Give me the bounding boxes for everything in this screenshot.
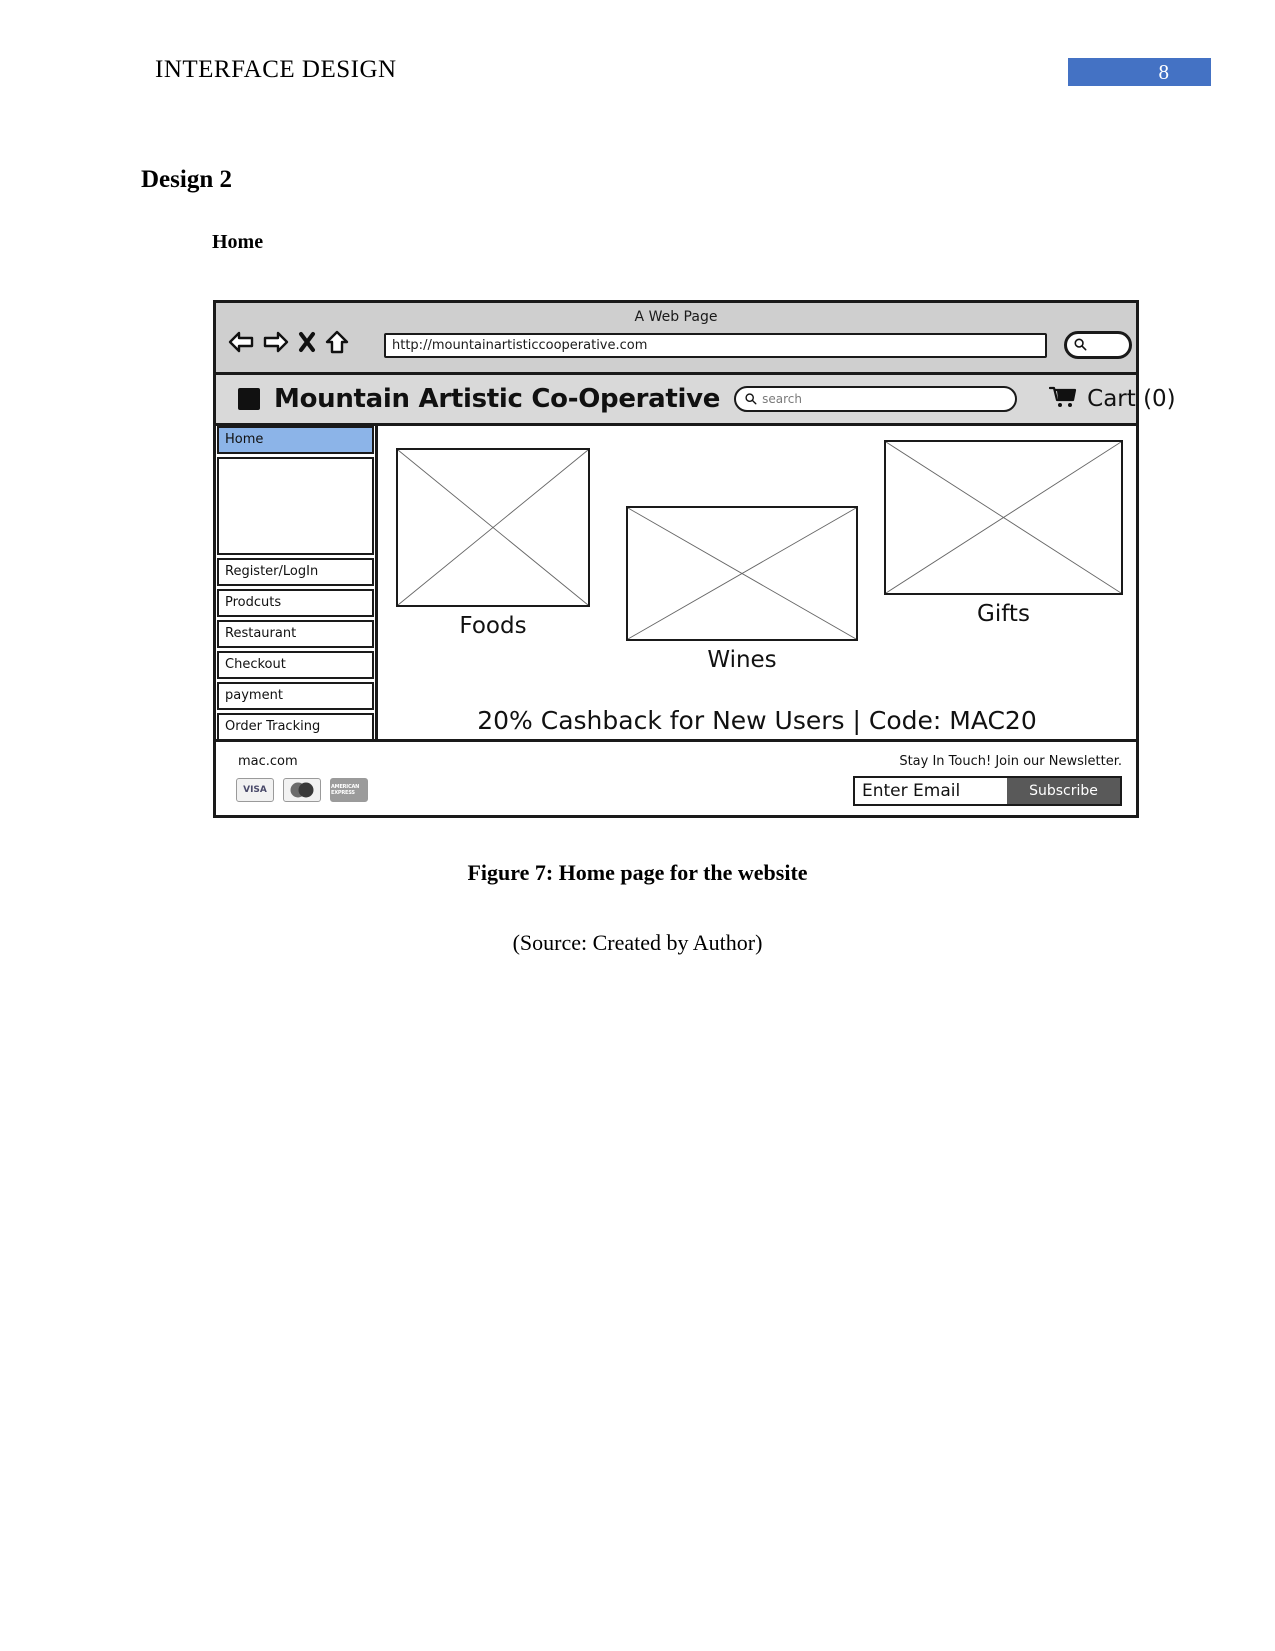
image-placeholder [626, 506, 858, 641]
cart-label: Cart (0) [1087, 386, 1176, 412]
sidebar-item-checkout[interactable]: Checkout [217, 651, 374, 679]
category-label: Gifts [977, 601, 1030, 627]
sidebar-blank-panel [217, 457, 374, 555]
search-placeholder: search [762, 392, 803, 406]
url-input[interactable]: http://mountainartisticcooperative.com [384, 333, 1047, 358]
site-footer: mac.com VISA AMERICAN EXPRESS Stay In To… [216, 739, 1136, 813]
running-header: INTERFACE DESIGN [155, 56, 397, 83]
subsection-heading-home: Home [212, 231, 264, 253]
back-arrow-icon[interactable] [228, 331, 254, 353]
sidebar-item-restaurant[interactable]: Restaurant [217, 620, 374, 648]
close-x-icon[interactable] [298, 331, 316, 353]
newsletter-form: Enter Email Subscribe [853, 776, 1122, 806]
page-content: Home Register/LogIn Prodcuts Restaurant … [216, 426, 1136, 741]
newsletter-prompt: Stay In Touch! Join our Newsletter. [899, 754, 1122, 769]
sidebar-item-register-login[interactable]: Register/LogIn [217, 558, 374, 586]
browser-window-title: A Web Page [634, 309, 718, 325]
category-tile-foods[interactable]: Foods [396, 448, 590, 639]
browser-chrome: A Web Page http://mountainartisticcooper… [216, 303, 1136, 375]
search-icon [744, 390, 757, 409]
mastercard-icon [283, 778, 321, 802]
email-field[interactable]: Enter Email [855, 778, 1007, 804]
payment-methods: VISA AMERICAN EXPRESS [236, 778, 368, 802]
image-placeholder [884, 440, 1123, 595]
browser-nav-icons [228, 330, 349, 354]
home-icon[interactable] [325, 330, 349, 354]
main-content: Foods Wines Gifts 20% Cashback for New U… [378, 426, 1136, 739]
subscribe-button[interactable]: Subscribe [1007, 778, 1120, 804]
category-label: Foods [459, 613, 527, 639]
category-tile-gifts[interactable]: Gifts [884, 440, 1123, 627]
wireframe-mockup: A Web Page http://mountainartisticcooper… [213, 300, 1176, 818]
sidebar-item-order-tracking[interactable]: Order Tracking [217, 713, 374, 741]
category-tile-wines[interactable]: Wines [626, 506, 858, 673]
image-placeholder [396, 448, 590, 607]
search-icon [1073, 336, 1087, 355]
site-header: Mountain Artistic Co-Operative search Ca… [216, 375, 1176, 426]
page-header: INTERFACE DESIGN 8 [0, 0, 1275, 108]
logo-square-icon [238, 388, 260, 410]
brand-title: Mountain Artistic Co-Operative [274, 384, 721, 414]
forward-arrow-icon[interactable] [263, 331, 289, 353]
promo-banner: 20% Cashback for New Users | Code: MAC20 [477, 706, 1037, 735]
browser-search-box[interactable] [1064, 331, 1132, 359]
sidebar-item-payment[interactable]: payment [217, 682, 374, 710]
shopping-cart-icon [1049, 385, 1079, 413]
figure-source: (Source: Created by Author) [512, 930, 763, 955]
cart-button[interactable]: Cart (0) [1049, 385, 1176, 413]
footer-domain: mac.com [238, 754, 298, 769]
visa-icon: VISA [236, 778, 274, 802]
figure-caption: Figure 7: Home page for the website [467, 860, 808, 885]
sidebar-nav: Home Register/LogIn Prodcuts Restaurant … [216, 426, 378, 741]
sidebar-item-home[interactable]: Home [217, 426, 374, 454]
page-number-badge: 8 [1068, 58, 1211, 86]
amex-icon: AMERICAN EXPRESS [330, 778, 368, 802]
search-input[interactable]: search [734, 386, 1018, 412]
sidebar-item-products[interactable]: Prodcuts [217, 589, 374, 617]
section-heading-design-2: Design 2 [141, 166, 232, 193]
category-label: Wines [707, 647, 777, 673]
